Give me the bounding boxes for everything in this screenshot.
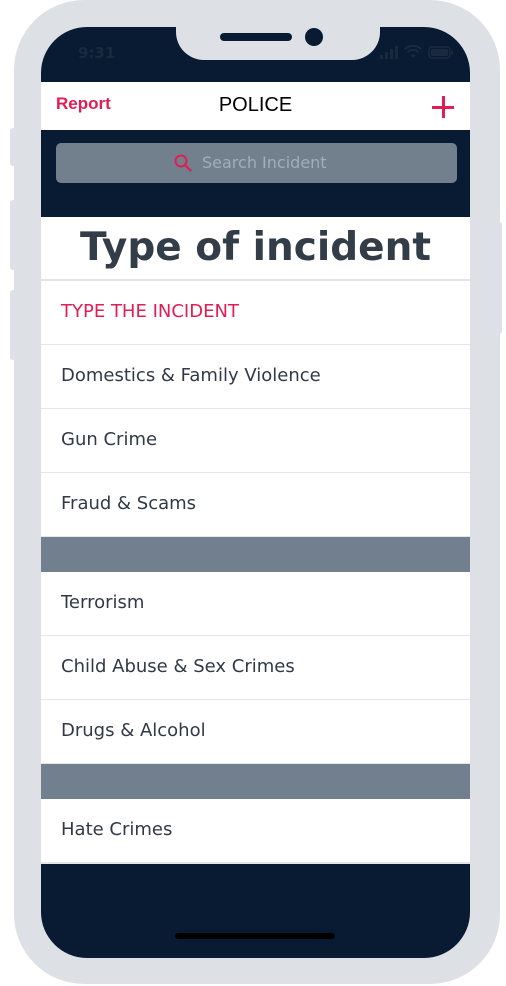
- list-item-label: Hate Crimes: [61, 819, 173, 840]
- speaker: [220, 33, 292, 41]
- wifi-icon: [404, 45, 422, 58]
- list-item[interactable]: Domestics & Family Violence: [41, 345, 470, 410]
- page-title: Type of incident: [79, 225, 432, 270]
- list-header: TYPE THE INCIDENT: [41, 281, 470, 346]
- search-input[interactable]: Search Incident: [56, 143, 457, 183]
- list-item[interactable]: Hate Crimes: [41, 799, 470, 864]
- mute-switch: [10, 128, 16, 166]
- volume-down-button: [10, 290, 16, 360]
- list-item-label: Domestics & Family Violence: [61, 365, 321, 386]
- list-header-label: TYPE THE INCIDENT: [61, 301, 239, 322]
- list-item-label: Child Abuse & Sex Crimes: [61, 656, 295, 677]
- search-icon: [174, 154, 192, 172]
- list-item[interactable]: Gun Crime: [41, 409, 470, 474]
- volume-up-button: [10, 200, 16, 270]
- status-icons: [380, 45, 454, 59]
- list-item-label: Drugs & Alcohol: [61, 720, 206, 741]
- list-item-label: Fraud & Scams: [61, 493, 197, 514]
- incident-list-panel: Type of incident TYPE THE INCIDENT Domes…: [41, 217, 470, 864]
- list-item-label: Terrorism: [61, 592, 145, 613]
- search-area: Search Incident: [41, 130, 470, 217]
- front-camera: [305, 28, 323, 46]
- navigation-bar: Report POLICE: [41, 82, 470, 130]
- power-button: [496, 222, 502, 334]
- list-item[interactable]: Drugs & Alcohol: [41, 700, 470, 765]
- plus-icon[interactable]: [431, 95, 455, 119]
- search-placeholder: Search Incident: [202, 153, 327, 172]
- list-item-label: Gun Crime: [61, 429, 158, 450]
- section-separator: [41, 764, 470, 799]
- cellular-signal-icon: [380, 46, 398, 59]
- notch: [176, 0, 380, 60]
- nav-title: POLICE: [218, 94, 293, 116]
- home-indicator[interactable]: [175, 933, 335, 939]
- section-separator: [41, 537, 470, 572]
- list-item[interactable]: Fraud & Scams: [41, 473, 470, 538]
- battery-icon: [428, 46, 453, 59]
- list-item[interactable]: Child Abuse & Sex Crimes: [41, 636, 470, 701]
- status-time: 9:31: [78, 44, 116, 62]
- list-item[interactable]: Terrorism: [41, 572, 470, 637]
